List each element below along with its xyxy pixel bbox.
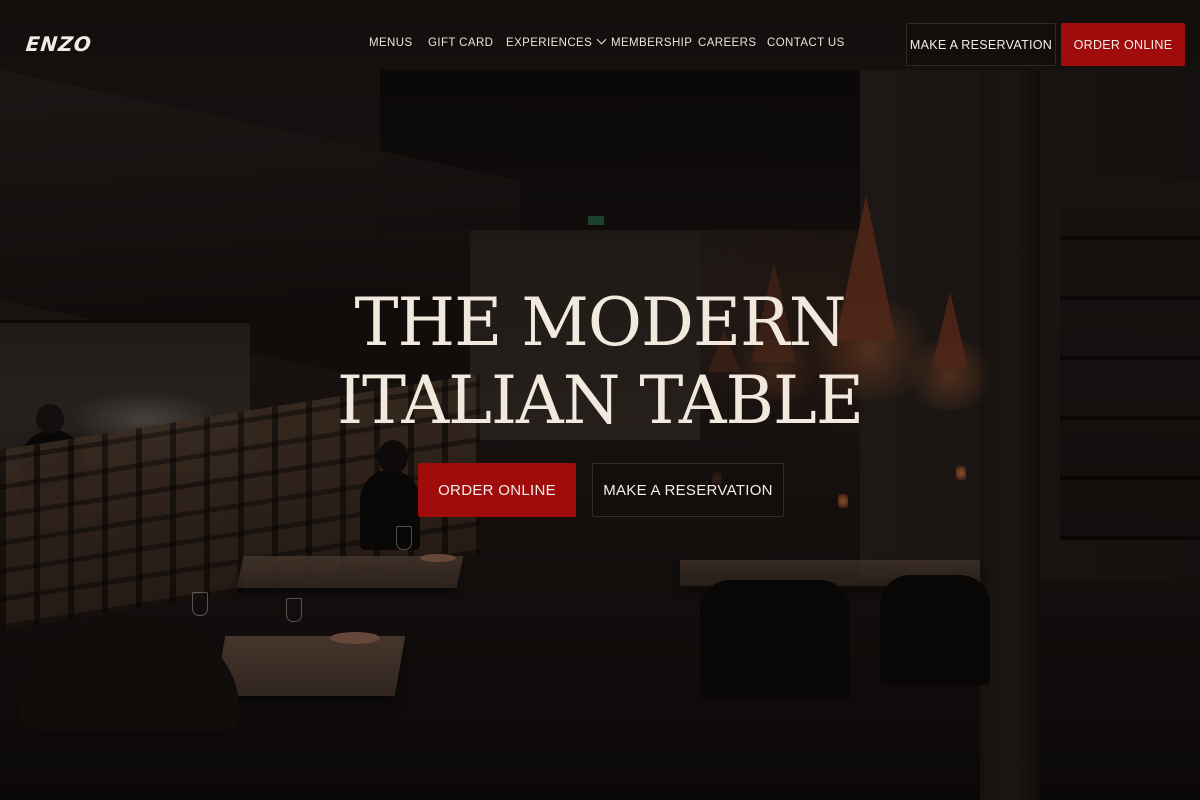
- header-reservation-button[interactable]: MAKE A RESERVATION: [906, 23, 1056, 66]
- nav-item-experiences[interactable]: EXPERIENCES: [506, 34, 607, 49]
- nav-item-careers[interactable]: CAREERS: [698, 37, 756, 49]
- nav-item-contact-us[interactable]: CONTACT US: [767, 37, 845, 49]
- site-header: ENZO MENUS GIFT CARD EXPERIENCES MEMBERS…: [0, 0, 1200, 88]
- hero-title-line-2: ITALIAN TABLE: [336, 362, 864, 439]
- header-order-online-button[interactable]: ORDER ONLINE: [1061, 23, 1185, 66]
- nav-item-membership[interactable]: MEMBERSHIP: [611, 37, 692, 49]
- hero-reservation-button[interactable]: MAKE A RESERVATION: [592, 463, 784, 517]
- hero-title: THE MODERN ITALIAN TABLE: [0, 284, 1200, 440]
- chevron-down-icon: [596, 34, 607, 45]
- nav-item-gift-card[interactable]: GIFT CARD: [428, 37, 493, 49]
- hero-order-online-button[interactable]: ORDER ONLINE: [418, 463, 576, 517]
- nav-item-label: EXPERIENCES: [506, 37, 593, 49]
- nav-item-menus[interactable]: MENUS: [369, 37, 413, 49]
- page: ENZO MENUS GIFT CARD EXPERIENCES MEMBERS…: [0, 0, 1200, 800]
- hero-title-line-1: THE MODERN: [354, 284, 847, 361]
